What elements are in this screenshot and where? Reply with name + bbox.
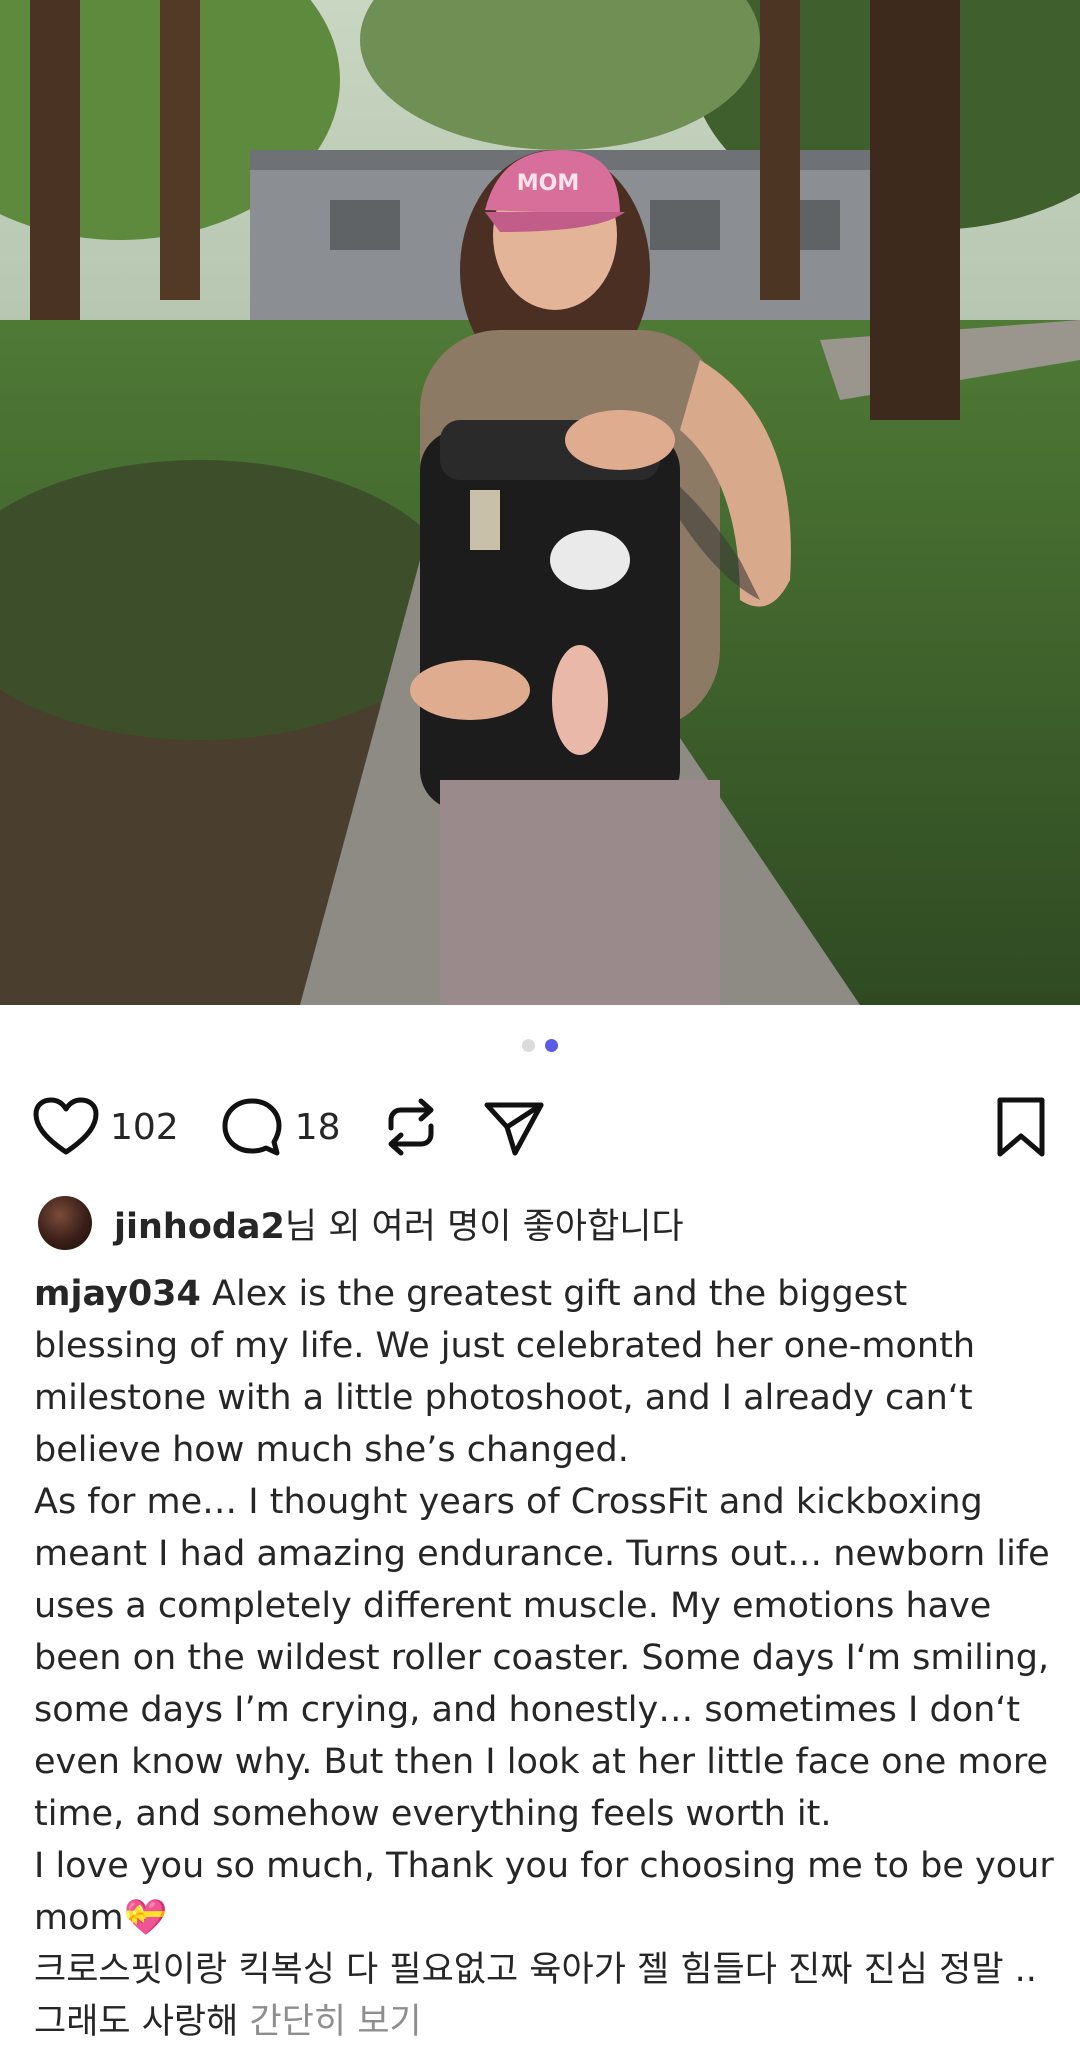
svg-text:MOM: MOM — [517, 171, 580, 196]
see-less-link[interactable]: 간단히 보기 — [249, 2002, 421, 2042]
comment-count: 18 — [294, 1106, 341, 1148]
comment-bubble-icon — [222, 1098, 282, 1156]
post-photo[interactable]: MOM — [0, 0, 1080, 1005]
caption-paragraph-3: I love you so much, Thank you for choosi… — [34, 1846, 1054, 1938]
comment-button[interactable]: 18 — [219, 1095, 341, 1159]
repost-button[interactable] — [381, 1094, 441, 1160]
save-button[interactable] — [994, 1096, 1048, 1158]
post-caption: mjay034 Alex is the greatest gift and th… — [34, 1268, 1054, 2048]
caption-text-4: 크로스핏이랑 킥복싱 다 필요없고 육아가 젤 힘들다 진짜 진심 정말 .. … — [34, 1950, 1037, 2042]
like-count: 102 — [110, 1106, 179, 1148]
caption-paragraph-4: 크로스핏이랑 킥복싱 다 필요없고 육아가 젤 힘들다 진짜 진심 정말 .. … — [34, 1944, 1054, 2048]
liked-by-text: jinhoda2님 외 여러 명이 좋아합니다 — [114, 1198, 684, 1249]
avatar[interactable] — [38, 1196, 92, 1250]
carousel-indicator — [0, 1039, 1080, 1052]
liked-by[interactable]: jinhoda2님 외 여러 명이 좋아합니다 — [38, 1195, 1050, 1251]
like-button[interactable]: 102 — [32, 1096, 179, 1158]
bookmark-icon — [997, 1097, 1045, 1157]
post-photo-image: MOM — [0, 0, 1080, 1005]
caption-username[interactable]: mjay034 — [34, 1274, 201, 1314]
caption-paragraph-2: As for me… I thought years of CrossFit a… — [34, 1482, 1050, 1834]
post-action-bar: 102 18 — [32, 1088, 1048, 1166]
send-icon — [484, 1102, 544, 1156]
share-button[interactable] — [481, 1095, 547, 1159]
carousel-dot-2-active — [545, 1039, 558, 1052]
heart-icon — [33, 1097, 99, 1155]
caption-paragraph-1: mjay034 Alex is the greatest gift and th… — [34, 1268, 1054, 1476]
carousel-dot-1 — [522, 1039, 535, 1052]
liked-by-username[interactable]: jinhoda2 — [114, 1207, 285, 1247]
repost-icon — [388, 1098, 434, 1156]
liked-by-suffix: 님 외 여러 명이 좋아합니다 — [284, 1206, 684, 1247]
